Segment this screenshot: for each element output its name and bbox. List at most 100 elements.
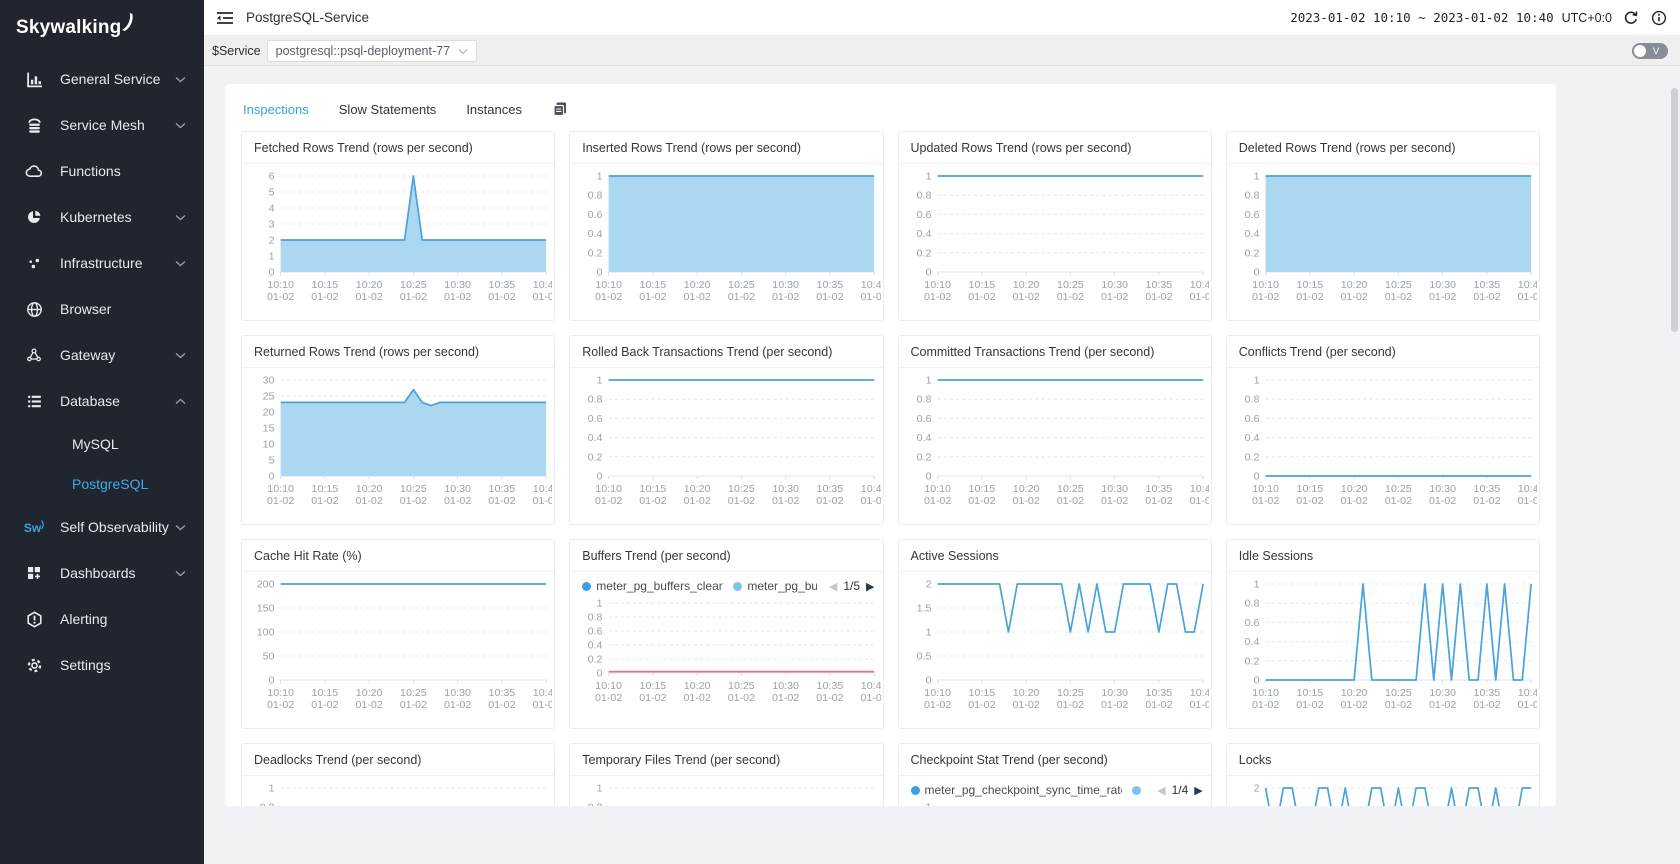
svg-text:0.4: 0.4 — [916, 228, 931, 240]
sidebar-item-general-service[interactable]: General Service — [0, 56, 204, 102]
pager-prev-icon[interactable]: ◀ — [829, 580, 837, 593]
svg-text:01-02: 01-02 — [1296, 699, 1323, 711]
svg-text:0.6: 0.6 — [1244, 617, 1259, 629]
dashboard-panel: InspectionsSlow StatementsInstances Fetc… — [225, 84, 1556, 806]
svg-text:0.2: 0.2 — [588, 654, 603, 666]
svg-text:10:10: 10:10 — [267, 279, 294, 291]
svg-text:10:25: 10:25 — [728, 279, 755, 291]
svg-text:01-02: 01-02 — [772, 495, 799, 507]
service-select[interactable]: postgresql::psql-deployment-77 — [267, 40, 477, 62]
chart-card-rolled-back-transactions-trend-per-second: Rolled Back Transactions Trend (per seco… — [569, 335, 883, 525]
sidebar-item-gateway[interactable]: Gateway — [0, 332, 204, 378]
pager-next-icon[interactable]: ▶ — [1194, 784, 1202, 797]
svg-text:01-02: 01-02 — [488, 699, 515, 711]
chart-card-locks: Locks00.511.5210:1001-0210:1501-0210:200… — [1226, 743, 1540, 806]
sidebar-item-postgresql[interactable]: PostgreSQL — [0, 464, 204, 504]
legend-item[interactable] — [1132, 786, 1146, 795]
sidebar-item-alerting[interactable]: Alerting — [0, 596, 204, 642]
svg-text:150: 150 — [257, 603, 275, 615]
tab-inspections[interactable]: Inspections — [243, 102, 309, 117]
sidebar-item-mysql[interactable]: MySQL — [0, 424, 204, 464]
chevron-down-icon — [175, 523, 186, 531]
svg-text:10:40: 10:40 — [1518, 687, 1537, 699]
refresh-icon[interactable] — [1622, 9, 1640, 27]
toggle-label: V — [1646, 46, 1666, 57]
pager-prev-icon[interactable]: ◀ — [1157, 784, 1165, 797]
sidebar-item-label: Dashboards — [60, 565, 175, 581]
sidebar-item-dashboards[interactable]: Dashboards — [0, 550, 204, 596]
svg-text:50: 50 — [263, 651, 275, 663]
time-range-picker[interactable]: 2023-01-02 10:10 ~ 2023-01-02 10:40 — [1290, 10, 1553, 25]
svg-text:10:40: 10:40 — [1189, 279, 1208, 291]
chart-title: Updated Rows Trend (rows per second) — [899, 132, 1211, 164]
svg-text:10:20: 10:20 — [1012, 687, 1039, 699]
svg-text:01-02: 01-02 — [311, 291, 338, 303]
tabs-row: Inspections Slow Statements Instances — [225, 84, 1556, 123]
sidebar-item-label: Functions — [60, 163, 186, 179]
legend-item[interactable]: meter_pg_bu — [733, 579, 817, 593]
svg-text:0.8: 0.8 — [1244, 394, 1259, 406]
svg-text:0: 0 — [269, 675, 275, 687]
sidebar-item-service-mesh[interactable]: Service Mesh — [0, 102, 204, 148]
legend-item[interactable]: meter_pg_buffers_clean — [582, 579, 723, 593]
chart-card-conflicts-trend-per-second: Conflicts Trend (per second)00.20.40.60.… — [1226, 335, 1540, 525]
svg-text:10:15: 10:15 — [968, 687, 995, 699]
svg-text:200: 200 — [257, 579, 275, 591]
chart-title: Committed Transactions Trend (per second… — [899, 336, 1211, 368]
sidebar-item-self-observability[interactable]: Sw)Self Observability — [0, 504, 204, 550]
sidebar-item-settings[interactable]: Settings — [0, 642, 204, 688]
sidebar-item-database[interactable]: Database — [0, 378, 204, 424]
scrollbar-thumb[interactable] — [1671, 88, 1678, 332]
svg-text:01-02: 01-02 — [532, 291, 552, 303]
grid-icon — [24, 563, 44, 583]
svg-text:4: 4 — [269, 203, 275, 215]
menu-fold-icon[interactable] — [216, 10, 234, 26]
tab-slow-statements[interactable]: Slow Statements — [339, 102, 437, 117]
info-icon[interactable] — [1650, 9, 1668, 27]
svg-text:0: 0 — [269, 471, 275, 483]
sidebar-item-kubernetes[interactable]: Kubernetes — [0, 194, 204, 240]
svg-text:1: 1 — [597, 783, 603, 795]
sidebar-item-label: Kubernetes — [60, 209, 175, 225]
copy-dashboard-icon[interactable] — [552, 101, 568, 117]
svg-text:01-02: 01-02 — [816, 692, 843, 704]
svg-text:01-02: 01-02 — [728, 495, 755, 507]
chart-area: 00.511.5210:1001-0210:1501-0210:2001-021… — [1227, 776, 1539, 806]
svg-text:10:10: 10:10 — [924, 687, 951, 699]
sidebar-item-functions[interactable]: Functions — [0, 148, 204, 194]
svg-text:01-02: 01-02 — [400, 495, 427, 507]
view-toggle[interactable]: V — [1632, 43, 1668, 59]
chart-title: Active Sessions — [899, 540, 1211, 572]
svg-text:10:15: 10:15 — [312, 279, 339, 291]
svg-text:10:40: 10:40 — [861, 483, 880, 495]
svg-text:0.6: 0.6 — [916, 209, 931, 221]
svg-text:0.4: 0.4 — [588, 228, 603, 240]
svg-text:01-02: 01-02 — [1100, 699, 1127, 711]
sidebar-item-infrastructure[interactable]: Infrastructure — [0, 240, 204, 286]
svg-text:10:25: 10:25 — [1057, 279, 1084, 291]
svg-text:10:40: 10:40 — [1189, 483, 1208, 495]
svg-text:01-02: 01-02 — [1296, 495, 1323, 507]
legend-item[interactable]: meter_pg_checkpoint_sync_time_rate — [911, 783, 1122, 797]
legend-dot-icon — [911, 786, 920, 795]
svg-text:01-02: 01-02 — [1189, 699, 1209, 711]
stack-icon — [24, 115, 44, 135]
svg-text:01-02: 01-02 — [1012, 495, 1039, 507]
sidebar-item-browser[interactable]: Browser — [0, 286, 204, 332]
svg-text:10:20: 10:20 — [356, 687, 383, 699]
legend-label: meter_pg_checkpoint_sync_time_rate — [925, 783, 1122, 797]
svg-text:1: 1 — [925, 171, 931, 183]
svg-text:0.4: 0.4 — [588, 640, 603, 652]
svg-text:10:15: 10:15 — [640, 279, 667, 291]
chart-title: Inserted Rows Trend (rows per second) — [570, 132, 882, 164]
svg-text:10:30: 10:30 — [773, 483, 800, 495]
chevron-down-icon — [175, 213, 186, 221]
svg-text:10:35: 10:35 — [1473, 279, 1500, 291]
tab-instances[interactable]: Instances — [466, 102, 522, 117]
pager-next-icon[interactable]: ▶ — [866, 580, 874, 593]
svg-text:10:15: 10:15 — [1296, 279, 1323, 291]
chart-area: 00.20.40.60.8110:1001-0210:1501-0210:200… — [570, 776, 882, 806]
chart-card-temporary-files-trend-per-second: Temporary Files Trend (per second)00.20.… — [569, 743, 883, 806]
svg-text:01-02: 01-02 — [1100, 291, 1127, 303]
svg-text:10:30: 10:30 — [444, 687, 471, 699]
